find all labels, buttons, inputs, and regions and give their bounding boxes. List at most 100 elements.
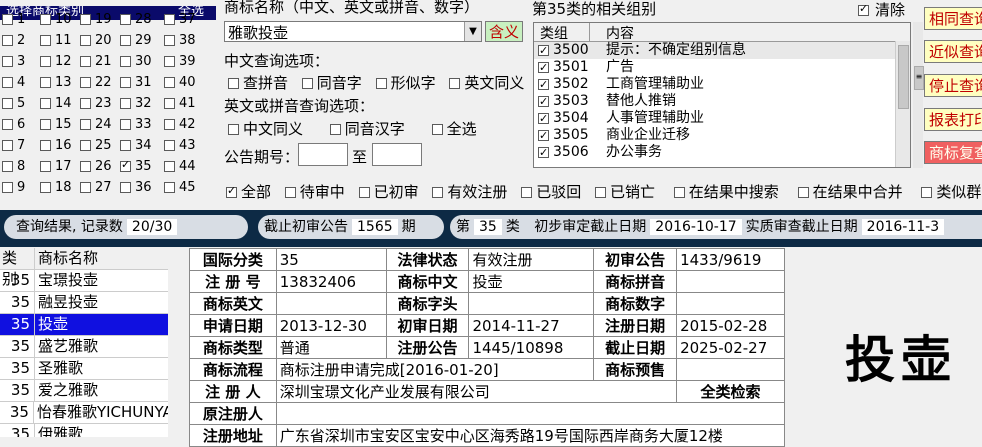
result-row[interactable]: 35 怡春雅歌YICHUNYA (0, 402, 168, 424)
class-checkbox-10[interactable]: 10 (40, 12, 72, 27)
panel-scrollbar[interactable]: ≡ (913, 22, 924, 168)
class-checkbox-12[interactable]: 12 (40, 54, 72, 69)
class-checkbox-21[interactable]: 21 (80, 54, 112, 69)
class-checkbox-38[interactable]: 38 (164, 33, 196, 48)
option-en-synonym[interactable]: 英文同义 (449, 74, 524, 92)
filter-merge-in-results[interactable]: 在结果中合并 (797, 183, 903, 201)
detail-value (676, 292, 785, 315)
result-row[interactable]: 35 盛艺雅歌 (0, 336, 168, 358)
class-checkbox-44[interactable]: 44 (164, 159, 196, 174)
group-row[interactable]: 3500提示：不确定组别信息 (534, 42, 910, 59)
class-checkbox-33[interactable]: 33 (120, 117, 152, 132)
class-checkbox-7[interactable]: 7 (2, 138, 25, 153)
class-checkbox-23[interactable]: 23 (80, 96, 112, 111)
result-list[interactable]: 类别 商标名称 35 宝璟投壶 35 融昱投壶 35 投壶 35 盛艺雅歌 35 圣雅歌 35 爱之雅… (0, 248, 168, 437)
class-checkbox-17[interactable]: 17 (40, 159, 72, 174)
class-checkbox-41[interactable]: 41 (164, 96, 196, 111)
class-checkbox-27[interactable]: 27 (80, 180, 112, 195)
class-checkbox-5[interactable]: 5 (2, 96, 25, 111)
detail-label: 注 册 人 (189, 380, 277, 403)
class-checkbox-29[interactable]: 29 (120, 33, 152, 48)
filter-cancelled[interactable]: 已销亡 (594, 183, 655, 201)
detail-value: 商标注册申请完成[2016-01-20] (275, 358, 595, 381)
filter-search-in-results[interactable]: 在结果中搜索 (673, 183, 779, 201)
filter-all[interactable]: 全部 (226, 183, 271, 201)
option-similar-shape[interactable]: 形似字 (375, 74, 436, 92)
groups-title: 第35类的相关组别 (532, 0, 657, 18)
result-row[interactable]: 35 投壶 (0, 314, 168, 336)
issue-to-input[interactable] (372, 143, 422, 166)
filter-pending[interactable]: 待审中 (284, 183, 345, 201)
class-checkbox-40[interactable]: 40 (164, 75, 196, 90)
contains-button[interactable]: 含义 (485, 21, 524, 42)
group-row[interactable]: 3502工商管理辅助业 (534, 76, 910, 93)
result-row[interactable]: 35 圣雅歌 (0, 358, 168, 380)
dropdown-arrow-icon[interactable]: ▼ (464, 22, 481, 41)
option-homophone-hanzi[interactable]: 同音汉字 (329, 120, 405, 138)
option-select-all[interactable]: 全选 (431, 120, 477, 138)
class-checkbox-37[interactable]: 37 (164, 12, 196, 27)
class-checkbox-15[interactable]: 15 (40, 117, 72, 132)
class-checkbox-34[interactable]: 34 (120, 138, 152, 153)
result-row[interactable]: 35 伊雅歌 (0, 424, 168, 437)
class-checkbox-42[interactable]: 42 (164, 117, 196, 132)
class-checkbox-3[interactable]: 3 (2, 54, 25, 69)
clear-checkbox[interactable]: 清除 (858, 0, 905, 20)
group-row[interactable]: 3505商业企业迁移 (534, 127, 910, 144)
class-checkbox-14[interactable]: 14 (40, 96, 72, 111)
class-checkbox-11[interactable]: 11 (40, 33, 72, 48)
class-checkbox-35[interactable]: 35 (120, 158, 152, 174)
class-checkbox-26[interactable]: 26 (80, 159, 112, 174)
option-homophone[interactable]: 同音字 (301, 74, 362, 92)
option-pinyin[interactable]: 查拼音 (228, 74, 288, 92)
same-search-button[interactable]: 相同查询 (924, 7, 982, 30)
class-checkbox-16[interactable]: 16 (40, 138, 72, 153)
group-row[interactable]: 3503替他人推销 (534, 93, 910, 110)
class-checkbox-22[interactable]: 22 (80, 75, 112, 90)
recheck-button[interactable]: 商标复查 (924, 141, 982, 164)
full-class-search-link[interactable]: 全类检索 (676, 380, 785, 403)
class-checkbox-19[interactable]: 19 (80, 12, 112, 27)
stop-search-button[interactable]: 停止查询 (924, 74, 982, 97)
result-row[interactable]: 35 爱之雅歌 (0, 380, 168, 402)
class-checkbox-39[interactable]: 39 (164, 54, 196, 69)
option-cn-synonym[interactable]: 中文同义 (228, 120, 303, 138)
trademark-name-input[interactable]: 雅歌投壶 ▼ (224, 21, 482, 42)
class-checkbox-30[interactable]: 30 (120, 54, 152, 69)
class-checkbox-2[interactable]: 2 (2, 33, 25, 48)
class-checkbox-25[interactable]: 25 (80, 138, 112, 153)
group-row[interactable]: 3504人事管理辅助业 (534, 110, 910, 127)
detail-value (275, 402, 786, 425)
class-checkbox-31[interactable]: 31 (120, 75, 152, 90)
class-checkbox-43[interactable]: 43 (164, 138, 196, 153)
class-checkbox-8[interactable]: 8 (2, 159, 25, 174)
class-checkbox-28[interactable]: 28 (120, 12, 152, 27)
filter-similar-group[interactable]: 类似群 (921, 183, 981, 201)
class-checkbox-6[interactable]: 6 (2, 117, 25, 132)
similar-search-button[interactable]: 近似查询 (924, 40, 982, 63)
detail-value: 有效注册 (468, 248, 595, 271)
class-checkbox-45[interactable]: 45 (164, 180, 196, 195)
class-checkbox-4[interactable]: 4 (2, 75, 25, 90)
class-checkbox-13[interactable]: 13 (40, 75, 72, 90)
class-checkbox-32[interactable]: 32 (120, 96, 152, 111)
result-row[interactable]: 35 融昱投壶 (0, 292, 168, 314)
filter-prelim[interactable]: 已初审 (358, 183, 419, 201)
class-checkbox-24[interactable]: 24 (80, 117, 112, 132)
groups-scrollbar[interactable] (895, 41, 910, 167)
detail-value: 深圳宝璟文化产业发展有限公司 (275, 380, 678, 403)
class-checkbox-9[interactable]: 9 (2, 180, 25, 195)
print-report-button[interactable]: 报表打印 (924, 108, 982, 131)
filter-registered[interactable]: 有效注册 (432, 183, 507, 201)
class-checkbox-36[interactable]: 36 (120, 180, 152, 195)
group-row[interactable]: 3501广告 (534, 59, 910, 76)
detail-value: 广东省深圳市宝安区宝安中心区海秀路19号国际西岸商务大厦12楼 (275, 424, 786, 447)
group-row[interactable]: 3506办公事务 (534, 144, 910, 161)
class-checkbox-1[interactable]: 1 (2, 12, 25, 27)
result-row[interactable]: 35 宝璟投壶 (0, 270, 168, 292)
groups-list[interactable]: 类组 内容 3500提示：不确定组别信息3501广告3502工商管理辅助业350… (533, 22, 911, 168)
issue-from-input[interactable] (298, 143, 348, 166)
class-checkbox-20[interactable]: 20 (80, 33, 112, 48)
filter-rejected[interactable]: 已驳回 (521, 183, 581, 201)
class-checkbox-18[interactable]: 18 (40, 180, 72, 195)
